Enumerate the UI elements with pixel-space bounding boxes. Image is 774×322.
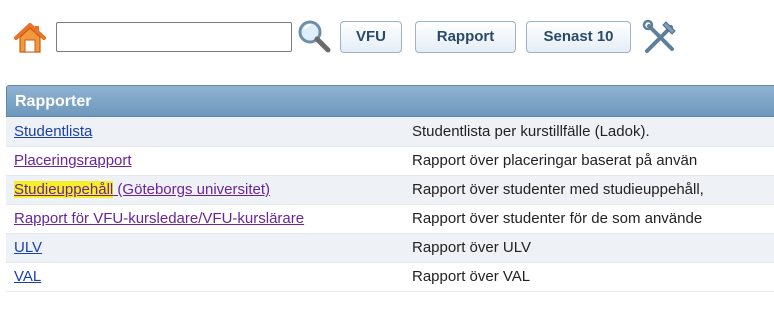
home-icon[interactable] <box>13 21 47 55</box>
table-row: Placeringsrapport Rapport över placering… <box>6 146 774 176</box>
table-row: ULV Rapport över ULV <box>6 233 774 263</box>
senast-10-button[interactable]: Senast 10 <box>526 21 631 53</box>
report-link-placeringsrapport[interactable]: Placeringsrapport <box>14 152 132 169</box>
tools-icon[interactable] <box>641 18 679 56</box>
table-row: Rapport för VFU-kursledare/VFU-kurslärar… <box>6 204 774 234</box>
search-input[interactable] <box>56 22 292 52</box>
report-description: Rapport över studenter för de som använd… <box>404 204 774 234</box>
report-link-vfu-kursledare[interactable]: Rapport för VFU-kursledare/VFU-kurslärar… <box>14 210 304 227</box>
report-description: Rapport över placeringar baserat på anvä… <box>404 146 774 176</box>
link-suffix: (Göteborgs universitet) <box>113 181 270 198</box>
report-description: Rapport över ULV <box>404 233 774 263</box>
report-description: Rapport över VAL <box>404 262 774 292</box>
report-description: Studentlista per kurstillfälle (Ladok). <box>404 117 774 147</box>
table-row: Studieuppehåll (Göteborgs universitet) R… <box>6 175 774 205</box>
report-link-studieuppehall[interactable]: Studieuppehåll (Göteborgs universitet) <box>14 181 270 198</box>
report-link-studentlista[interactable]: Studentlista <box>14 123 92 140</box>
search-icon[interactable] <box>296 18 332 54</box>
panel-title: Rapporter <box>6 85 774 117</box>
toolbar: VFU Rapport Senast 10 <box>0 0 774 80</box>
report-description: Rapport över studenter med studieuppehål… <box>404 175 774 205</box>
table-row: VAL Rapport över VAL <box>6 262 774 292</box>
highlighted-link-text: Studieuppehåll <box>14 181 114 198</box>
report-link-val[interactable]: VAL <box>14 268 41 285</box>
vfu-button[interactable]: VFU <box>340 21 402 53</box>
table-row: Studentlista Studentlista per kurstillfä… <box>6 117 774 147</box>
reports-panel: Rapporter Studentlista Studentlista per … <box>6 85 774 292</box>
report-link-ulv[interactable]: ULV <box>14 239 42 256</box>
reports-table: Studentlista Studentlista per kurstillfä… <box>6 117 774 292</box>
rapport-button[interactable]: Rapport <box>415 21 516 53</box>
